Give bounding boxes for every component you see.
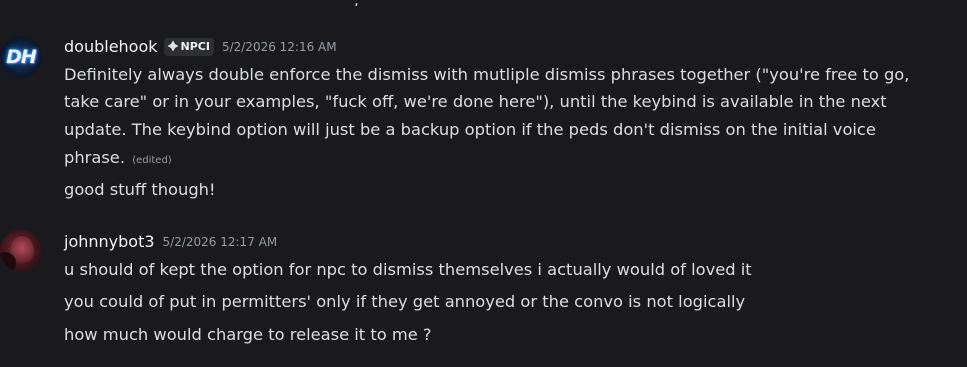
avatar[interactable]: DH: [0, 36, 42, 78]
username[interactable]: johnnybot3: [64, 232, 155, 251]
role-tag[interactable]: NPCI: [163, 37, 214, 56]
role-tag-label: NPCI: [180, 39, 210, 53]
message-text-line: u should of kept the option for npc to d…: [64, 260, 752, 279]
message-text-line: take care" or in your examples, "fuck of…: [64, 92, 887, 111]
message-text-line: you could of put in permitters' only if …: [64, 292, 746, 311]
message-text-line: update. The keybind option will just be …: [64, 120, 876, 139]
chat-messages: ' , DH doublehook NPCI 5/2/2026 12:16 AM D…: [0, 0, 967, 367]
message-text: phrase.: [64, 148, 125, 167]
message-header: johnnybot3 5/2/2026 12:17 AM: [64, 231, 277, 251]
avatar[interactable]: [0, 230, 42, 272]
avatar-initials: DH: [6, 46, 37, 68]
timestamp[interactable]: 5/2/2026 12:16 AM: [222, 40, 337, 54]
message-text-line: Definitely always double enforce the dis…: [64, 65, 910, 84]
edited-label: (edited): [132, 155, 172, 166]
message-header: doublehook NPCI 5/2/2026 12:16 AM: [64, 36, 337, 56]
username[interactable]: doublehook: [64, 37, 158, 56]
message-text-line: how much would charge to release it to m…: [64, 325, 432, 344]
previous-message-fragment: ' ,: [0, 0, 967, 6]
diamond-icon: [167, 40, 179, 51]
message-followup: good stuff though!: [64, 180, 216, 199]
message-text-line-last: phrase. (edited): [64, 144, 964, 175]
timestamp[interactable]: 5/2/2026 12:17 AM: [163, 235, 278, 249]
